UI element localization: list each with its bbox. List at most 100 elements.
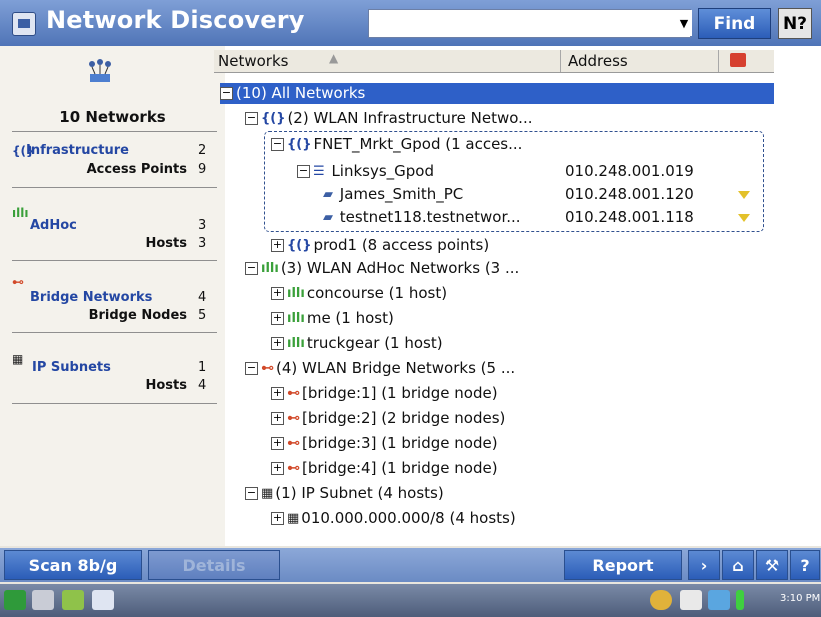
details-button[interactable]: Details [148,550,280,580]
collapse-icon[interactable]: − [245,362,258,375]
divider [12,332,217,333]
tree-node-fnet-mrkt-gpod[interactable]: −{(} FNET_Mrkt_Gpod (1 acces... [271,134,522,155]
expand-icon[interactable]: + [271,312,284,325]
help-icon[interactable]: ? [790,550,820,580]
scan-button[interactable]: Scan 8b/g [4,550,142,580]
bridge-icon: ⊷ [287,386,300,401]
tree-node-me[interactable]: + ıllı me (1 host) [271,308,394,329]
infrastructure-count: 2 [198,143,207,158]
expand-icon[interactable]: + [271,462,284,475]
volume-icon[interactable] [708,590,730,610]
flag-column-icon [730,53,746,67]
tree-node-label: 010.000.000.000/8 (4 hosts) [301,509,516,527]
adhoc-icon: ıllı [12,206,29,220]
divider [12,187,217,188]
address-column-header[interactable]: Address [568,52,628,70]
clock: 3:10 PM [780,593,821,604]
clipboard-icon[interactable] [680,590,702,610]
category-adhoc[interactable]: AdHoc [30,217,77,235]
forward-icon[interactable]: › [688,550,720,580]
warning-flag-icon [738,214,750,222]
app-icon[interactable] [62,590,84,610]
os-taskbar: 3:10 PM [0,584,821,617]
report-button[interactable]: Report [564,550,682,580]
chevron-down-icon[interactable]: ▼ [676,10,692,36]
category-bridge-networks[interactable]: Bridge Networks [30,289,152,307]
tree-node-subnet-010[interactable]: + ▦ 010.000.000.000/8 (4 hosts) [271,508,516,529]
tree-node-wlan-bridge[interactable]: − ⊷ (4) WLAN Bridge Networks (5 ... [245,358,515,379]
window-title: Network Discovery [46,6,305,34]
tree-node-james-smith-pc[interactable]: ▰ James_Smith_PC [323,184,463,205]
adhoc-count: 3 [198,218,207,233]
tree-node-truckgear[interactable]: + ıllı truckgear (1 host) [271,333,443,354]
network-cluster-icon [89,59,111,82]
column-header: Networks ▲ Address [214,50,774,73]
tree-node-label: James_Smith_PC [339,185,464,203]
tree-node-wlan-infrastructure[interactable]: −{(} (2) WLAN Infrastructure Netwo... [245,108,532,129]
tree-node-label: Linksys_Gpod [331,162,435,180]
adhoc-hosts-label: Hosts [145,236,187,251]
tree-node-label: concourse (1 host) [306,284,448,302]
adhoc-icon: ıllı [287,336,305,351]
tree-node-bridge-1[interactable]: + ⊷ [bridge:1] (1 bridge node) [271,383,498,404]
collapse-icon[interactable]: − [220,87,233,100]
expand-icon[interactable]: + [271,287,284,300]
find-button[interactable]: Find [698,8,771,39]
tree-node-bridge-4[interactable]: + ⊷ [bridge:4] (1 bridge node) [271,458,498,479]
summary-sidebar: 10 Networks {(} Infrastructure 2 Access … [0,46,225,546]
column-divider[interactable] [718,50,719,72]
access-points-count: 9 [198,162,207,177]
address-value: 010.248.001.118 [565,208,694,226]
tree-node-all-networks[interactable]: − (10) All Networks [220,83,774,104]
collapse-icon[interactable]: − [245,262,258,275]
access-points-label: Access Points [86,162,187,177]
tree-node-label: me (1 host) [306,309,394,327]
tree-node-concourse[interactable]: + ıllı concourse (1 host) [271,283,447,304]
tree-node-label: [bridge:3] (1 bridge node) [302,434,498,452]
bridge-nodes-count: 5 [198,308,207,323]
expand-icon[interactable]: + [271,437,284,450]
expand-icon[interactable]: + [271,412,284,425]
tree-node-testnet118[interactable]: ▰ testnet118.testnetwor... [323,207,521,228]
tree-node-label: [bridge:1] (1 bridge node) [302,384,498,402]
subnet-hosts-label: Hosts [145,378,187,393]
expand-icon[interactable]: + [271,239,284,252]
search-input[interactable] [368,9,691,38]
collapse-icon[interactable]: − [271,138,284,151]
collapse-icon[interactable]: − [245,112,258,125]
window-icon[interactable] [92,590,114,610]
tree-node-wlan-adhoc[interactable]: − ıllı (3) WLAN AdHoc Networks (3 ... [245,258,519,279]
tree-node-linksys-gpod[interactable]: − ☰ Linksys_Gpod [297,161,434,182]
address-value: 010.248.001.120 [565,185,694,203]
expand-icon[interactable]: + [271,337,284,350]
column-divider[interactable] [560,50,561,72]
tree-node-bridge-2[interactable]: + ⊷ [bridge:2] (2 bridge nodes) [271,408,505,429]
subnet-icon: ▦ [261,486,274,501]
tree-node-label: prod1 (8 access points) [313,236,490,254]
bridge-icon: ⊷ [287,411,300,426]
tree-node-ip-subnet[interactable]: − ▦ (1) IP Subnet (4 hosts) [245,483,444,504]
wrench-icon[interactable]: ⚒ [756,550,788,580]
bridge-icon: ⊷ [287,436,300,451]
keyboard-icon[interactable] [32,590,54,610]
tree-node-prod1[interactable]: +{(} prod1 (8 access points) [271,235,489,256]
tree-node-label: FNET_Mrkt_Gpod (1 acces... [313,135,523,153]
collapse-icon[interactable]: − [297,165,310,178]
host-icon: ▰ [323,210,333,225]
category-ip-subnets[interactable]: IP Subnets [32,359,111,377]
help-button[interactable]: N? [778,8,812,39]
expand-icon[interactable]: + [271,512,284,525]
warning-flag-icon [738,191,750,199]
title-bar: Network Discovery ▼ Find N? [0,0,821,46]
tree-node-label: testnet118.testnetwor... [339,208,521,226]
networks-column-header[interactable]: Networks [218,52,288,70]
tree-node-label: [bridge:4] (1 bridge node) [302,459,498,477]
collapse-icon[interactable]: − [245,487,258,500]
start-icon[interactable] [4,590,26,610]
expand-icon[interactable]: + [271,387,284,400]
app-window-icon[interactable] [12,12,36,36]
tree-node-bridge-3[interactable]: + ⊷ [bridge:3] (1 bridge node) [271,433,498,454]
home-icon[interactable]: ⌂ [722,550,754,580]
sync-icon[interactable] [650,590,672,610]
category-infrastructure[interactable]: Infrastructure [26,142,129,160]
